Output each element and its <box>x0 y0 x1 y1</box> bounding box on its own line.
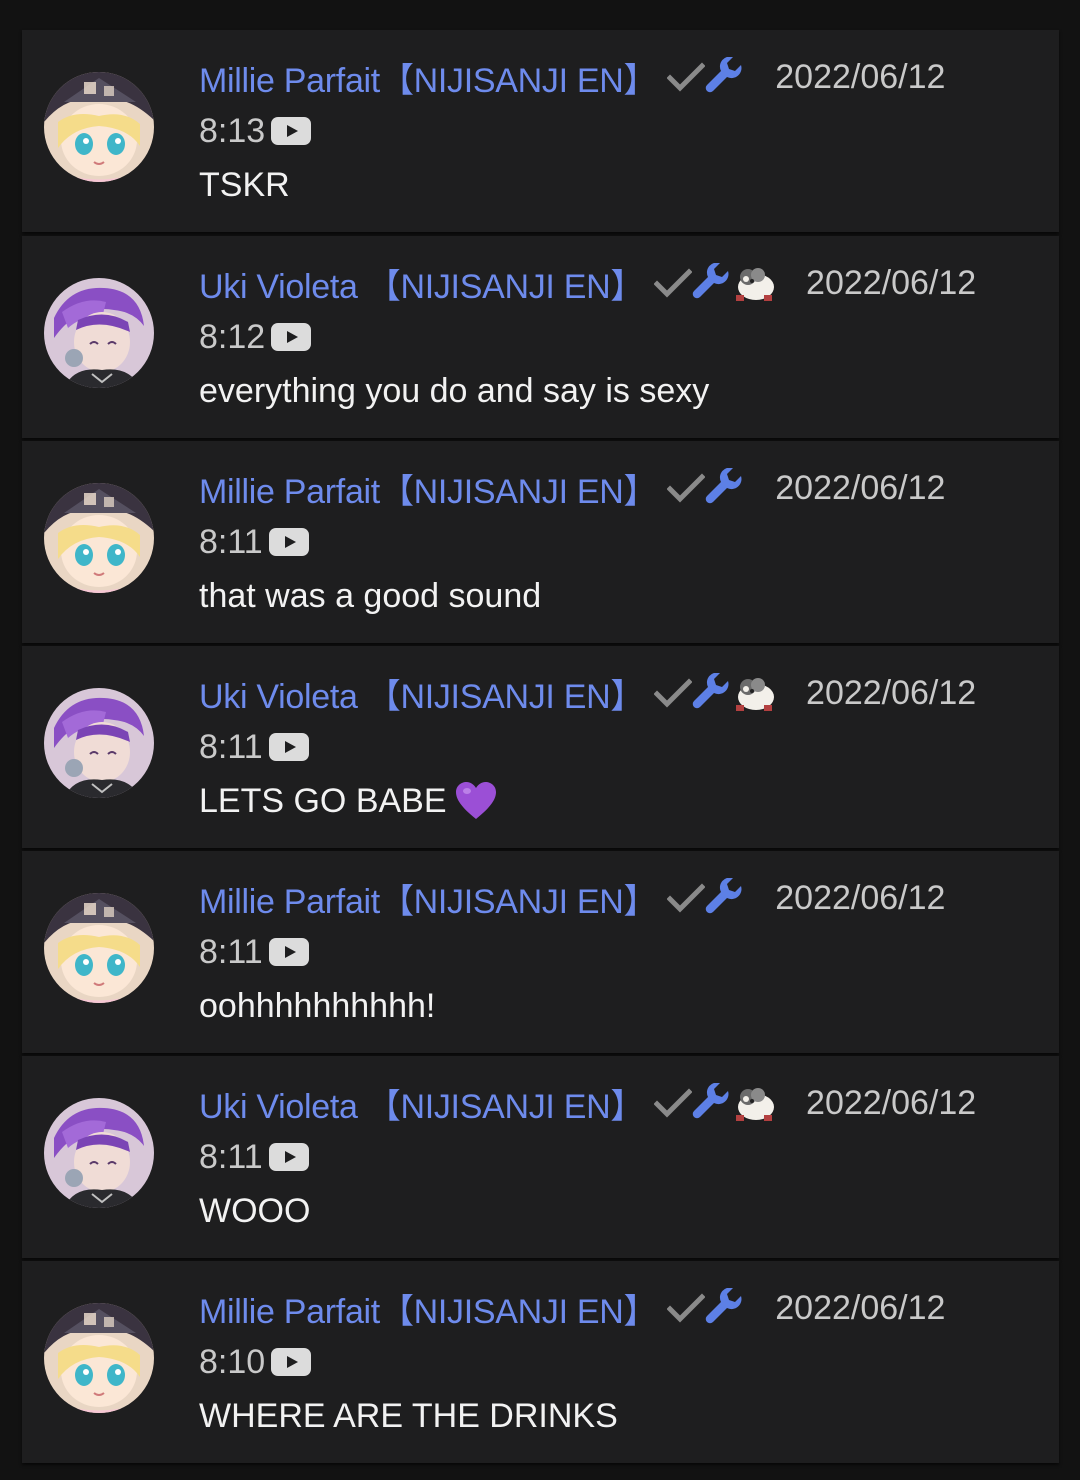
wrench-icon <box>705 1288 745 1328</box>
author-badges <box>654 263 776 303</box>
comment-date: 2022/06/12 <box>806 673 977 712</box>
author-name[interactable]: Millie Parfait【NIJISANJI EN】 <box>199 874 658 923</box>
message-text: that was a good sound <box>199 576 542 615</box>
author-badges <box>667 878 745 918</box>
comment-time: 8:12 <box>199 317 266 356</box>
comment-timestamp-row: 8:11 <box>199 517 309 567</box>
comment-header: Uki Violeta 【NIJISANJI EN】 2022/06/12 <box>199 668 976 718</box>
author-badges <box>667 57 745 97</box>
member-badge-icon <box>732 263 776 303</box>
comment-message: everything you do and say is sexy <box>199 366 709 416</box>
comment-message: LETS GO BABE <box>199 776 497 826</box>
millie-avatar[interactable] <box>44 893 154 1003</box>
comment-header: Millie Parfait【NIJISANJI EN】 2022/06/12 <box>199 463 945 513</box>
wrench-icon <box>705 878 745 918</box>
millie-avatar[interactable] <box>44 72 154 182</box>
youtube-icon[interactable] <box>271 323 312 351</box>
comment-card: Millie Parfait【NIJISANJI EN】 2022/06/12 8:… <box>22 1261 1059 1463</box>
wrench-icon <box>692 673 732 713</box>
author-badges <box>667 468 745 508</box>
checkmark-icon <box>667 60 706 94</box>
comment-header: Uki Violeta 【NIJISANJI EN】 2022/06/12 <box>199 1078 976 1128</box>
checkmark-icon <box>667 881 706 915</box>
comment-header: Uki Violeta 【NIJISANJI EN】 2022/06/12 <box>199 258 976 308</box>
comment-timestamp-row: 8:10 <box>199 1337 312 1387</box>
comment-date: 2022/06/12 <box>775 468 946 507</box>
comment-timestamp-row: 8:13 <box>199 106 312 156</box>
comment-card: Millie Parfait【NIJISANJI EN】 2022/06/12 8:… <box>22 851 1059 1053</box>
author-name[interactable]: Uki Violeta 【NIJISANJI EN】 <box>199 1079 644 1128</box>
wrench-icon <box>705 468 745 508</box>
member-badge-icon <box>732 1083 776 1123</box>
member-badge-icon <box>732 673 776 713</box>
comment-time: 8:11 <box>199 932 263 971</box>
comment-time: 8:11 <box>199 522 263 561</box>
comment-date: 2022/06/12 <box>775 57 946 96</box>
comment-card: Uki Violeta 【NIJISANJI EN】 2022/06/12 8:12… <box>22 236 1059 438</box>
message-text: oohhhhhhhhhh! <box>199 986 436 1025</box>
comment-timestamp-row: 8:12 <box>199 312 312 362</box>
millie-avatar[interactable] <box>44 1303 154 1413</box>
comment-time: 8:10 <box>199 1342 266 1381</box>
author-name[interactable]: Millie Parfait【NIJISANJI EN】 <box>199 1284 658 1333</box>
author-name[interactable]: Millie Parfait【NIJISANJI EN】 <box>199 464 658 513</box>
youtube-icon[interactable] <box>271 1348 312 1376</box>
wrench-icon <box>705 57 745 97</box>
author-name[interactable]: Millie Parfait【NIJISANJI EN】 <box>199 53 658 102</box>
checkmark-icon <box>667 1291 706 1325</box>
comment-feed: Millie Parfait【NIJISANJI EN】 2022/06/12 8:… <box>0 0 1080 1480</box>
uki-avatar[interactable] <box>44 1098 154 1208</box>
comment-timestamp-row: 8:11 <box>199 722 309 772</box>
message-text: everything you do and say is sexy <box>199 371 710 410</box>
author-name[interactable]: Uki Violeta 【NIJISANJI EN】 <box>199 259 644 308</box>
youtube-icon[interactable] <box>271 117 312 145</box>
comment-card: Millie Parfait【NIJISANJI EN】 2022/06/12 8:… <box>22 30 1059 232</box>
comment-header: Millie Parfait【NIJISANJI EN】 2022/06/12 <box>199 873 945 923</box>
comment-header: Millie Parfait【NIJISANJI EN】 2022/06/12 <box>199 1283 945 1333</box>
youtube-icon[interactable] <box>268 528 309 556</box>
wrench-icon <box>692 1083 732 1123</box>
wrench-icon <box>692 263 732 303</box>
comment-timestamp-row: 8:11 <box>199 927 309 977</box>
comment-card: Uki Violeta 【NIJISANJI EN】 2022/06/12 8:11… <box>22 646 1059 848</box>
checkmark-icon <box>654 676 693 710</box>
youtube-icon[interactable] <box>268 733 309 761</box>
message-text: WHERE ARE THE DRINKS <box>199 1396 618 1435</box>
comment-time: 8:13 <box>199 111 266 150</box>
comment-card: Millie Parfait【NIJISANJI EN】 2022/06/12 8:… <box>22 441 1059 643</box>
checkmark-icon <box>667 471 706 505</box>
youtube-icon[interactable] <box>268 1143 309 1171</box>
comment-date: 2022/06/12 <box>775 878 946 917</box>
comment-header: Millie Parfait【NIJISANJI EN】 2022/06/12 <box>199 52 945 102</box>
uki-avatar[interactable] <box>44 688 154 798</box>
checkmark-icon <box>654 1086 693 1120</box>
comment-timestamp-row: 8:11 <box>199 1132 309 1182</box>
comment-date: 2022/06/12 <box>806 1083 977 1122</box>
author-badges <box>654 1083 776 1123</box>
uki-avatar[interactable] <box>44 278 154 388</box>
message-text: LETS GO BABE <box>199 781 447 820</box>
comment-time: 8:11 <box>199 1137 263 1176</box>
comment-message: WHERE ARE THE DRINKS <box>199 1391 618 1441</box>
author-name[interactable]: Uki Violeta 【NIJISANJI EN】 <box>199 669 644 718</box>
comment-card: Uki Violeta 【NIJISANJI EN】 2022/06/12 8:11… <box>22 1056 1059 1258</box>
comment-message: WOOO <box>199 1186 310 1236</box>
millie-avatar[interactable] <box>44 483 154 593</box>
comment-message: that was a good sound <box>199 571 541 621</box>
comment-message: oohhhhhhhhhh! <box>199 981 435 1031</box>
checkmark-icon <box>654 266 693 300</box>
comment-message: TSKR <box>199 160 290 210</box>
author-badges <box>654 673 776 713</box>
comment-time: 8:11 <box>199 727 263 766</box>
message-text: WOOO <box>199 1191 311 1230</box>
comment-date: 2022/06/12 <box>806 263 977 302</box>
message-text: TSKR <box>199 165 290 204</box>
comment-date: 2022/06/12 <box>775 1288 946 1327</box>
author-badges <box>667 1288 745 1328</box>
purple-heart-icon <box>455 781 497 821</box>
youtube-icon[interactable] <box>268 938 309 966</box>
